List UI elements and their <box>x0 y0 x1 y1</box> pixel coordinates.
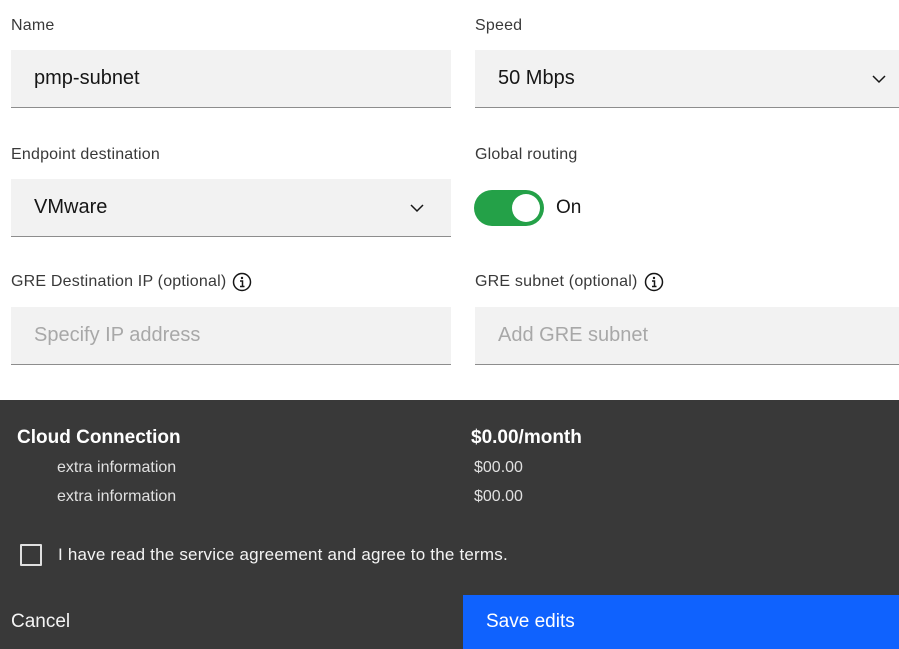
summary-title: Cloud Connection <box>17 427 181 448</box>
gre-destination-label: GRE Destination IP (optional) <box>11 272 252 292</box>
name-label: Name <box>11 17 55 34</box>
gre-subnet-label: GRE subnet (optional) <box>475 272 664 292</box>
toggle-knob <box>512 194 540 222</box>
summary-line-label: extra information <box>57 488 177 505</box>
name-value: pmp-subnet <box>34 67 140 89</box>
agreement-checkbox[interactable] <box>20 544 42 566</box>
cancel-button[interactable]: Cancel <box>0 595 463 649</box>
gre-destination-ip-input[interactable] <box>34 307 451 364</box>
summary-line-label: extra information <box>57 459 177 476</box>
endpoint-label: Endpoint destination <box>11 146 160 163</box>
agreement-text: I have read the service agreement and ag… <box>58 545 508 564</box>
toggle-state-label: On <box>556 197 582 218</box>
gre-destination-ip-field[interactable] <box>11 307 451 365</box>
summary-total: $0.00/month <box>471 427 582 448</box>
gre-destination-label-text: GRE Destination IP (optional) <box>11 273 227 290</box>
gre-subnet-label-text: GRE subnet (optional) <box>475 273 638 290</box>
info-icon[interactable] <box>232 272 252 292</box>
endpoint-value: VMware <box>34 196 108 218</box>
global-routing-toggle[interactable]: On <box>474 190 581 226</box>
toggle-switch[interactable] <box>474 190 544 226</box>
speed-select[interactable]: 50 Mbps <box>475 50 899 108</box>
agreement-row[interactable]: I have read the service agreement and ag… <box>20 544 508 566</box>
chevron-down-icon <box>410 203 424 212</box>
name-field[interactable]: pmp-subnet <box>11 50 451 108</box>
global-routing-label: Global routing <box>475 146 578 163</box>
order-summary-panel: Cloud Connection $0.00/month extra infor… <box>0 400 899 649</box>
gre-subnet-field[interactable] <box>475 307 899 365</box>
save-edits-button[interactable]: Save edits <box>463 595 899 649</box>
summary-line-value: $00.00 <box>474 459 523 476</box>
info-icon[interactable] <box>644 272 664 292</box>
endpoint-select[interactable]: VMware <box>11 179 451 237</box>
speed-label: Speed <box>475 17 523 34</box>
speed-value: 50 Mbps <box>498 67 575 89</box>
summary-line-value: $00.00 <box>474 488 523 505</box>
chevron-down-icon <box>872 74 886 83</box>
gre-subnet-input[interactable] <box>498 307 899 364</box>
